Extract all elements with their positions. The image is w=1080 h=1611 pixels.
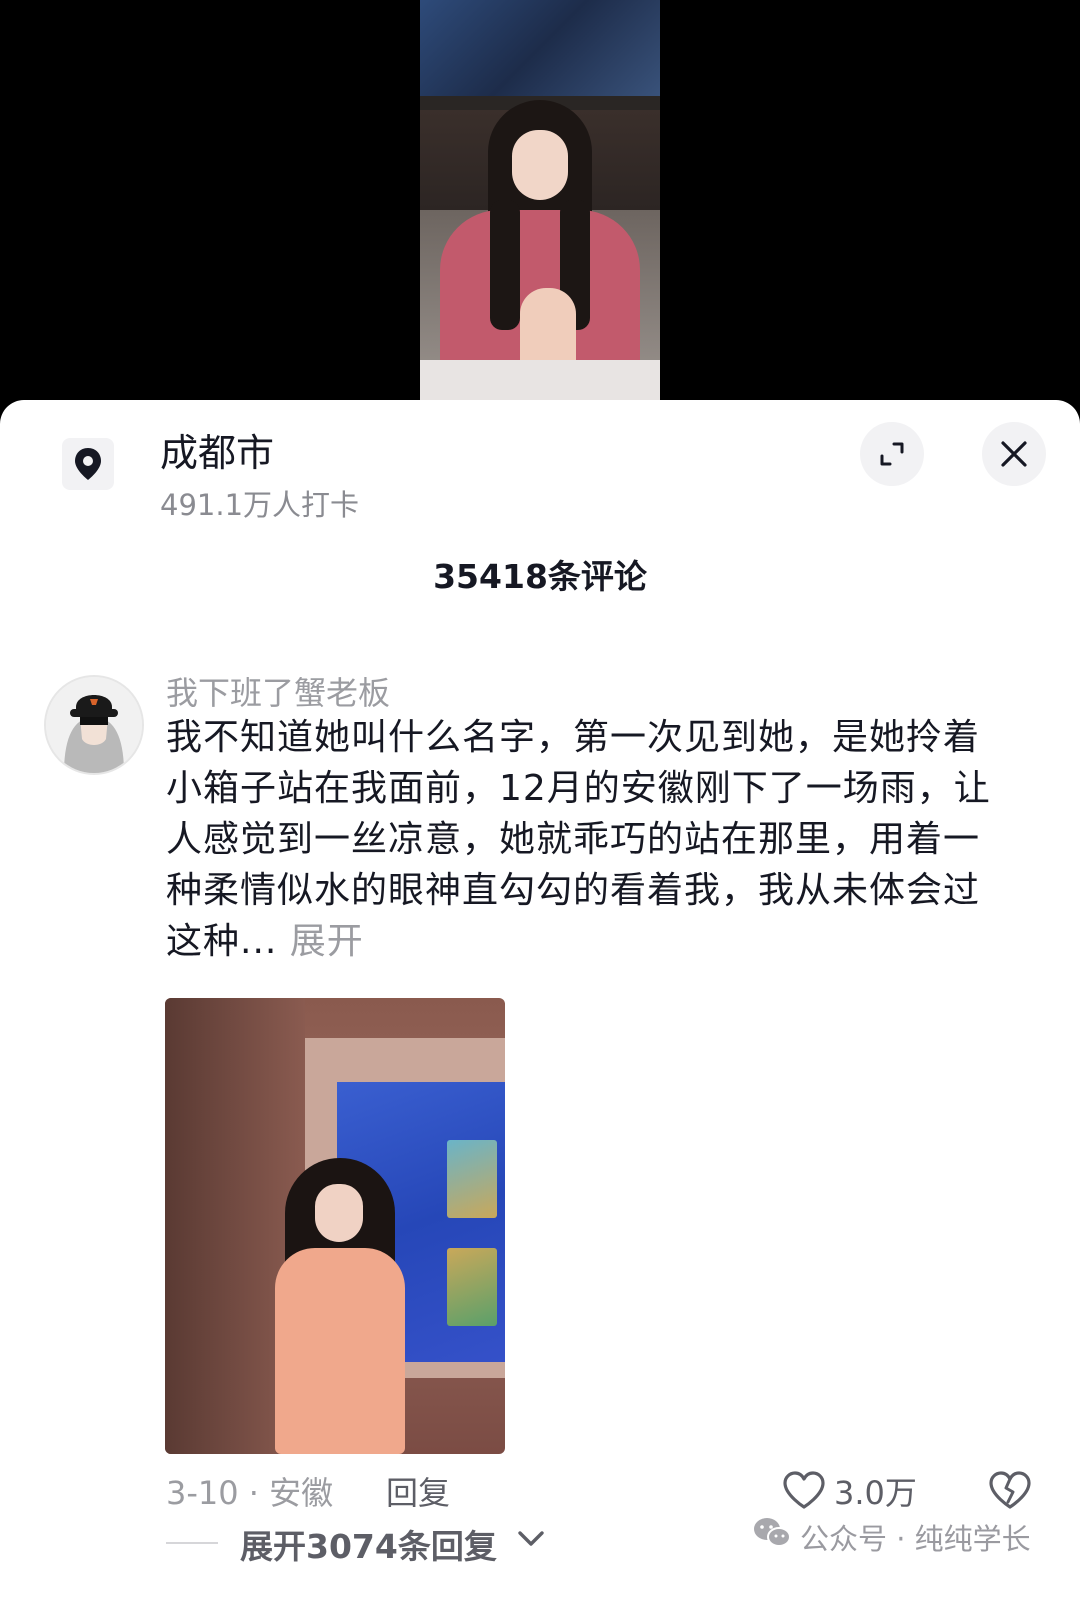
comment-image[interactable]: [165, 998, 505, 1454]
reply-button[interactable]: 回复: [386, 1468, 450, 1514]
heart-icon[interactable]: [782, 1470, 826, 1510]
expand-replies-button[interactable]: 展开3074条回复: [240, 1520, 497, 1568]
broken-heart-icon[interactable]: [988, 1470, 1032, 1510]
expand-button[interactable]: [860, 422, 924, 486]
comment-date-location: 3-10 · 安徽: [166, 1474, 334, 1512]
video-frame: [420, 0, 660, 400]
location-name[interactable]: 成都市: [160, 422, 274, 477]
comments-sheet: 成都市 491.1万人打卡 35418条评论 我下班了蟹老板 我不知道她叫什么名…: [0, 400, 1080, 1611]
watermark-text: 公众号 · 纯纯学长: [800, 1522, 1031, 1556]
divider: [166, 1542, 218, 1544]
expand-icon: [880, 442, 904, 466]
chevron-down-icon: [518, 1531, 544, 1546]
location-header[interactable]: 成都市 491.1万人打卡: [0, 400, 1080, 550]
video-player[interactable]: [0, 0, 1080, 420]
comment-username[interactable]: 我下班了蟹老板: [166, 668, 390, 714]
location-checkins: 491.1万人打卡: [160, 488, 360, 522]
comment-meta: 3-10 · 安徽 回复 3.0万: [166, 1460, 1046, 1520]
like-count: 3.0万: [834, 1474, 917, 1512]
wechat-icon: [754, 1518, 791, 1547]
video-bg-screen: [420, 0, 660, 96]
location-pin-icon: [62, 438, 114, 490]
close-button[interactable]: [982, 422, 1046, 486]
expand-comment-link[interactable]: 展开: [290, 921, 364, 962]
comment-text[interactable]: 我不知道她叫什么名字，第一次见到她，是她拎着小箱子站在我面前，12月的安徽刚下了…: [166, 712, 1006, 967]
comments-count: 35418条评论: [433, 557, 647, 596]
avatar[interactable]: [44, 675, 144, 775]
close-icon: [1001, 441, 1027, 467]
